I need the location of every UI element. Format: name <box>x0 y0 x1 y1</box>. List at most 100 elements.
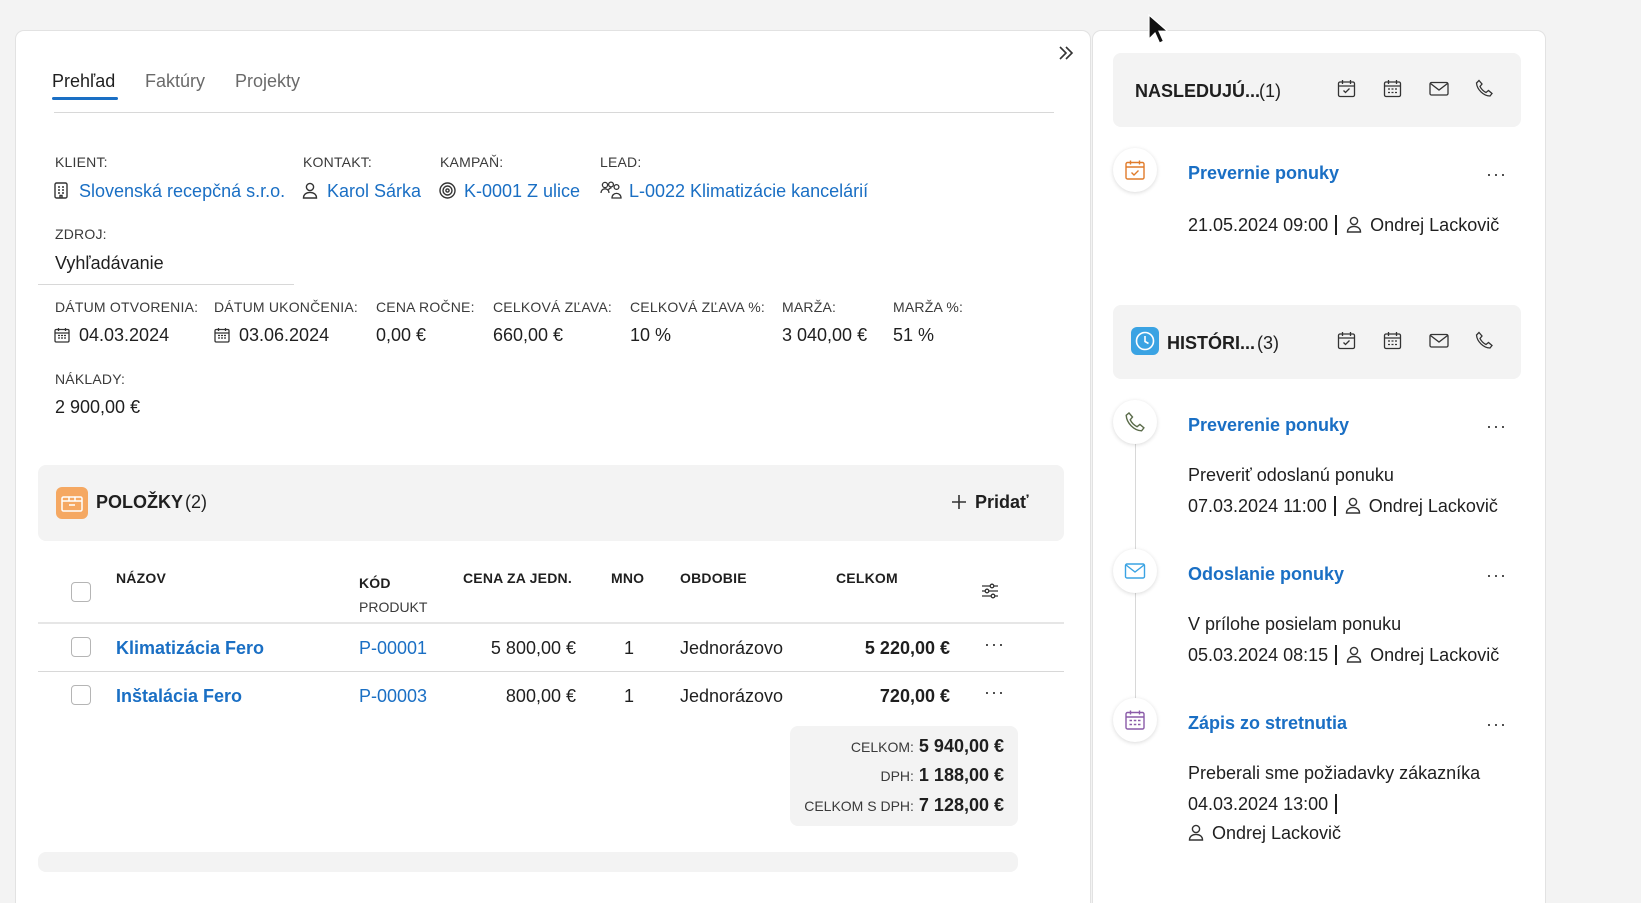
activity-description: V prílohe posielam ponuku <box>1188 614 1402 634</box>
box-icon <box>56 487 88 519</box>
activity-user: Ondrej Lackovič <box>1368 496 1498 516</box>
add-task-icon[interactable] <box>1337 331 1356 350</box>
column-settings-icon[interactable] <box>981 582 999 600</box>
row-checkbox[interactable] <box>71 685 91 705</box>
target-icon <box>439 182 456 199</box>
add-item-button[interactable]: Pridať <box>944 483 1044 523</box>
section-divider <box>38 284 294 285</box>
datum-ukoncenia-label: DÁTUM UKONČENIA: <box>214 299 358 315</box>
row-checkbox[interactable] <box>71 637 91 657</box>
marza-value: 3 040,00 € <box>782 325 868 345</box>
vat-value: 1 188,00 € <box>918 765 1004 785</box>
items-section-header: POLOŽKY (2) Pridať <box>38 465 1064 541</box>
items-title: POLOŽKY <box>96 492 184 512</box>
kontakt-link[interactable]: Karol Sárka <box>327 181 421 202</box>
lead-link[interactable]: L-0022 Klimatizácie kancelárií <box>629 181 868 202</box>
activity-more-button[interactable]: ··· <box>1486 416 1507 437</box>
row-divider <box>38 671 1064 672</box>
column-header-mno[interactable]: MNO <box>611 570 644 586</box>
activity-icon-badge <box>1113 549 1157 593</box>
row-more-button[interactable]: ··· <box>984 682 1005 703</box>
meta-separator <box>1333 496 1336 516</box>
item-name-link[interactable]: Inštalácia Fero <box>116 686 242 707</box>
add-meeting-icon[interactable] <box>1383 331 1402 350</box>
total-value: 5 940,00 € <box>918 736 1004 756</box>
upcoming-section-header: NASLEDUJÚ... (1) <box>1113 53 1521 127</box>
history-count: (3) <box>1257 333 1279 353</box>
history-title: HISTÓRI... <box>1167 333 1256 353</box>
kampan-link[interactable]: K-0001 Z ulice <box>464 181 580 202</box>
column-header-obdobie[interactable]: OBDOBIE <box>680 570 747 586</box>
tab-prehlad[interactable]: Prehľad <box>52 71 115 92</box>
activity-icon-badge <box>1113 400 1157 444</box>
person-icon <box>302 182 318 199</box>
totals-box: CELKOM: 5 940,00 € DPH: 1 188,00 € CELKOM … <box>790 726 1018 826</box>
cena-rocne-value: 0,00 € <box>376 325 427 345</box>
items-count: (2) <box>185 492 207 512</box>
item-code-link[interactable]: P-00001 <box>359 638 427 659</box>
add-call-icon[interactable] <box>1475 331 1494 350</box>
column-header-celkom[interactable]: CELKOM <box>836 570 898 586</box>
building-icon <box>54 182 68 199</box>
phone-icon <box>1125 412 1145 432</box>
activity-more-button[interactable]: ··· <box>1486 164 1507 185</box>
history-section-header: HISTÓRI... (3) <box>1113 305 1521 379</box>
activity-title-link[interactable]: Odoslanie ponuky <box>1188 564 1344 585</box>
celkova-zlava-label: CELKOVÁ ZĽAVA: <box>493 299 612 315</box>
activity-datetime: 05.03.2024 08:15 <box>1188 645 1329 665</box>
add-task-icon[interactable] <box>1337 79 1356 98</box>
activity-datetime: 21.05.2024 09:00 <box>1188 215 1329 235</box>
row-more-button[interactable]: ··· <box>984 634 1005 655</box>
person-icon <box>1345 497 1361 514</box>
tab-projekty[interactable]: Projekty <box>235 71 300 92</box>
activity-datetime: 04.03.2024 13:00 <box>1188 794 1329 814</box>
activity-icon-badge <box>1113 698 1157 742</box>
calendar-check-icon <box>1125 160 1145 180</box>
activity-user: Ondrej Lackovič <box>1370 215 1500 235</box>
mouse-cursor-icon <box>1148 14 1170 46</box>
activity-description: Preberali sme požiadavky zákazníka <box>1188 763 1481 783</box>
mail-icon <box>1124 563 1146 579</box>
zdroj-label: ZDROJ: <box>55 226 107 242</box>
activity-title-link[interactable]: Preverenie ponuky <box>1188 415 1349 436</box>
add-call-icon[interactable] <box>1475 79 1494 98</box>
add-meeting-icon[interactable] <box>1383 79 1402 98</box>
activity-more-button[interactable]: ··· <box>1486 714 1507 735</box>
celkova-zlava-value: 660,00 € <box>493 325 564 345</box>
zdroj-value: Vyhľadávanie <box>55 253 164 273</box>
datum-otvorenia-label: DÁTUM OTVORENIA: <box>55 299 199 315</box>
collapse-panel-icon[interactable] <box>1055 42 1077 64</box>
add-email-icon[interactable] <box>1429 331 1449 350</box>
column-header-nazov[interactable]: NÁZOV <box>116 570 166 586</box>
column-header-kod[interactable]: KÓD <box>359 575 391 591</box>
item-total: 720,00 € <box>879 686 950 706</box>
column-header-cena[interactable]: CENA ZA JEDN. <box>463 570 572 586</box>
activity-user: Ondrej Lackovič <box>1212 823 1342 843</box>
item-total: 5 220,00 € <box>864 638 950 658</box>
select-all-checkbox[interactable] <box>71 582 91 602</box>
celkova-zlava-pct-value: 10 % <box>630 325 672 345</box>
lead-label: LEAD: <box>600 154 642 170</box>
item-code-link[interactable]: P-00003 <box>359 686 427 707</box>
upcoming-count: (1) <box>1259 81 1281 101</box>
activity-icon-badge <box>1113 148 1157 192</box>
calendar-icon <box>54 327 70 343</box>
cena-rocne-label: CENA ROČNE: <box>376 299 475 315</box>
column-header-kod-sub: PRODUKT <box>359 599 428 615</box>
item-unit-price: 5 800,00 € <box>490 638 576 658</box>
person-icon <box>1346 216 1362 233</box>
klient-link[interactable]: Slovenská recepčná s.r.o. <box>79 181 285 202</box>
calendar-icon <box>1125 710 1145 730</box>
tab-faktury[interactable]: Faktúry <box>145 71 205 92</box>
activity-title-link[interactable]: Prevernie ponuky <box>1188 163 1339 184</box>
activity-description: Preveriť odoslanú ponuku <box>1188 465 1394 485</box>
celkova-zlava-pct-label: CELKOVÁ ZĽAVA %: <box>630 299 765 315</box>
add-email-icon[interactable] <box>1429 79 1449 98</box>
meta-separator <box>1335 645 1338 665</box>
kampan-label: KAMPAŇ: <box>440 154 504 170</box>
item-name-link[interactable]: Klimatizácia Fero <box>116 638 264 659</box>
activity-more-button[interactable]: ··· <box>1486 565 1507 586</box>
activity-meta-user: Ondrej Lackovič <box>1188 823 1341 844</box>
item-quantity: 1 <box>624 638 635 658</box>
activity-title-link[interactable]: Zápis zo stretnutia <box>1188 713 1347 734</box>
